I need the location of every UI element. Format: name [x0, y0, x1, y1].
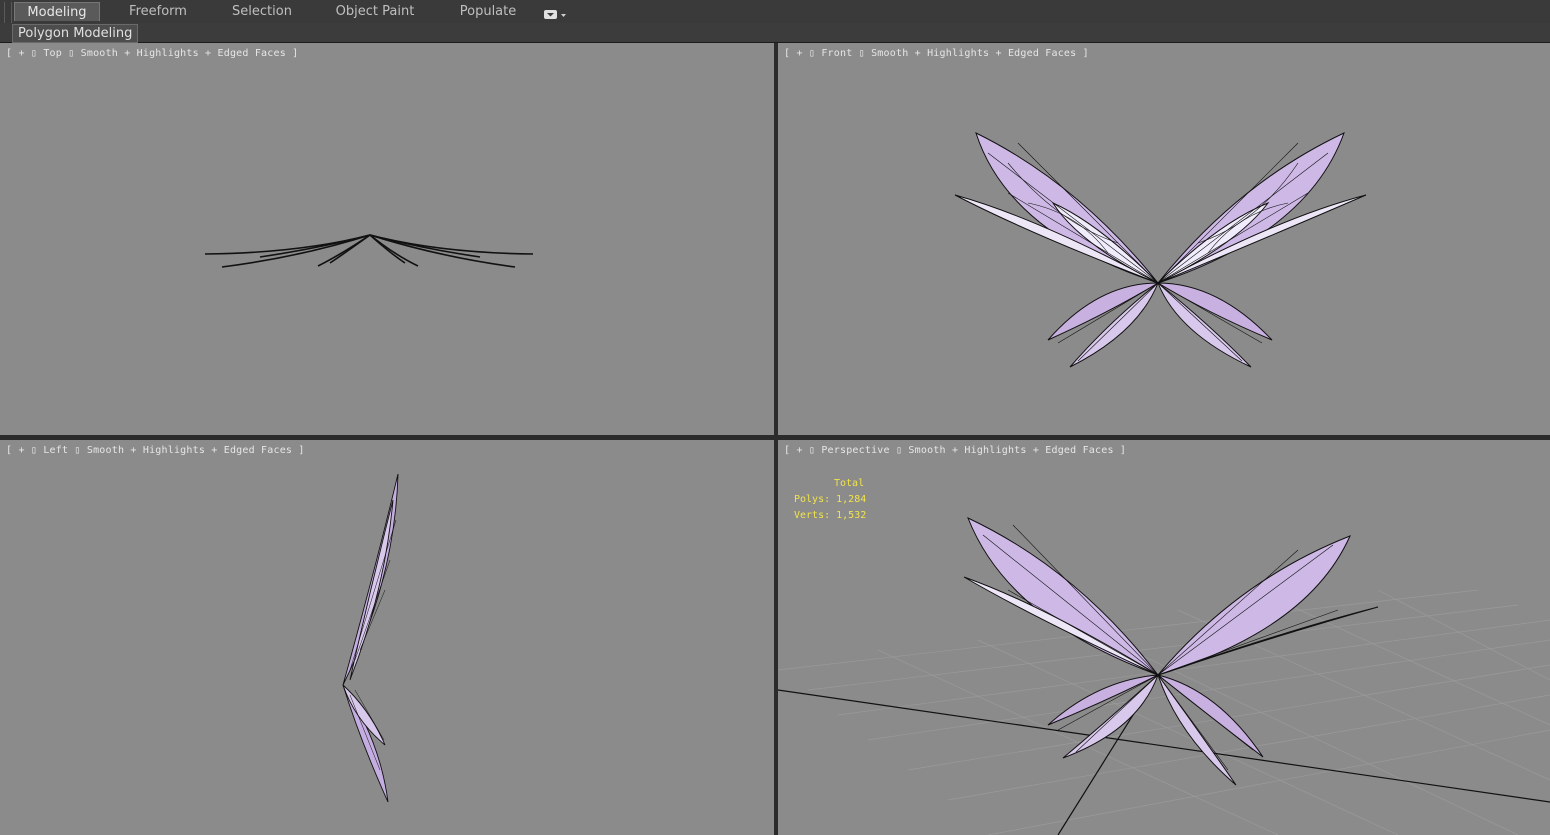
viewport-top[interactable]: [ + ▯ Top ▯ Smooth + Highlights + Edged … — [0, 43, 774, 435]
tab-populate[interactable]: Populate — [448, 2, 528, 21]
home-grid — [778, 589, 1550, 835]
ribbon-panel: Polygon Modeling — [0, 23, 1550, 43]
viewport-left[interactable]: [ + ▯ Left ▯ Smooth + Highlights + Edged… — [0, 440, 774, 835]
tab-freeform[interactable]: Freeform — [118, 2, 198, 21]
perspective-view-grid-and-wings — [778, 517, 1550, 835]
dropdown-arrow-icon — [544, 10, 566, 19]
tab-modeling[interactable]: Modeling — [14, 2, 100, 21]
ribbon-options-button[interactable] — [543, 6, 567, 19]
viewport-perspective[interactable]: [ + ▯ Perspective ▯ Smooth + Highlights … — [778, 440, 1550, 835]
front-view-fairy-wings — [954, 132, 1367, 368]
tab-object-paint[interactable]: Object Paint — [330, 2, 420, 21]
ribbon-tab-bar: Modeling Freeform Selection Object Paint… — [0, 0, 1550, 38]
polygon-modeling-panel-button[interactable]: Polygon Modeling — [12, 24, 139, 43]
top-view-wings-silhouette — [204, 234, 534, 268]
viewport-front[interactable]: [ + ▯ Front ▯ Smooth + Highlights + Edge… — [778, 43, 1550, 435]
grid-axes — [778, 674, 1550, 835]
tab-selection[interactable]: Selection — [222, 2, 302, 21]
left-view-wings-profile — [342, 473, 399, 803]
